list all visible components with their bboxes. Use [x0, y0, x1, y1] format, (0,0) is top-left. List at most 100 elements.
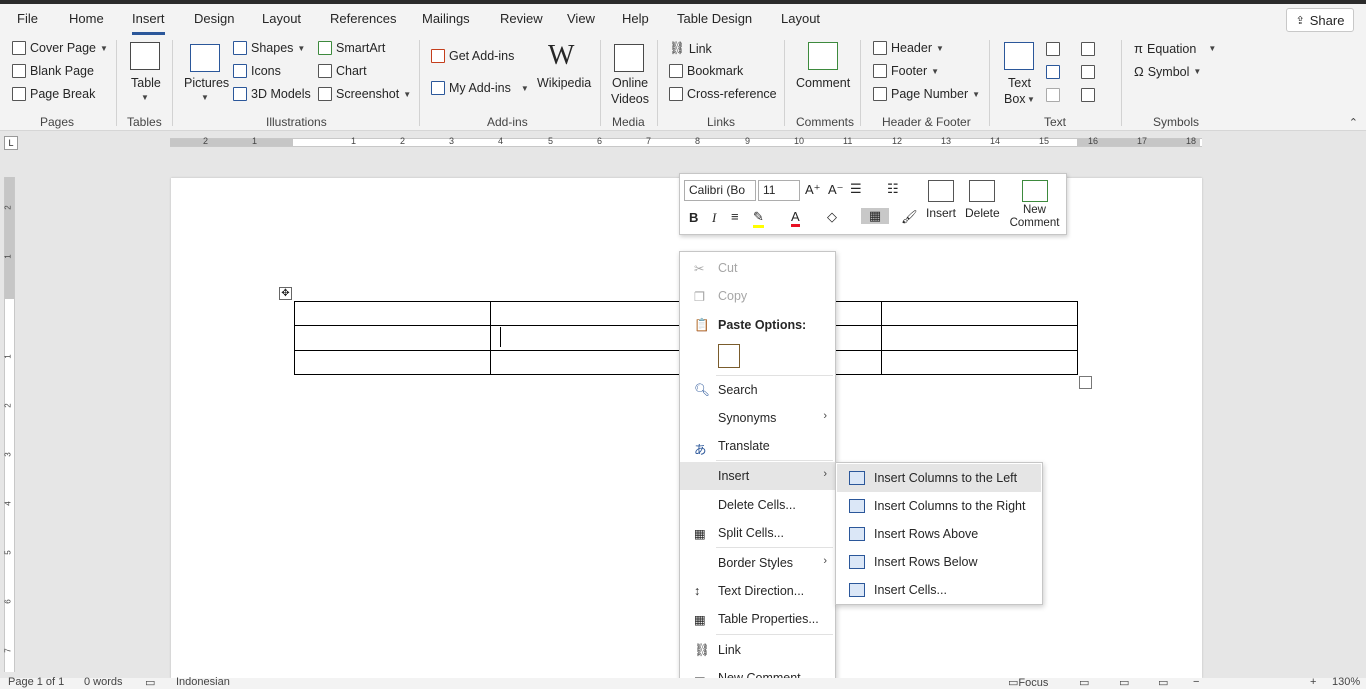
tab-table-design[interactable]: Table Design [677, 11, 752, 33]
get-addins-button[interactable]: Get Add-ins [431, 49, 514, 63]
equation-button[interactable]: π Equation ▼ [1134, 41, 1216, 56]
smartart-button[interactable]: SmartArt [318, 41, 385, 55]
page-number-button[interactable]: Page Number ▼ [873, 87, 980, 101]
comment-icon[interactable] [808, 42, 838, 70]
menu-item-split-cells[interactable]: ▦ Split Cells... [680, 519, 835, 547]
proofing-icon[interactable]: ▭ [145, 676, 155, 689]
date-time-icon[interactable] [1081, 65, 1095, 79]
submenu-item-insert-rows-below[interactable]: Insert Rows Below [837, 548, 1041, 576]
center-align-icon[interactable]: ≡ [731, 209, 739, 224]
quick-parts-icon[interactable] [1046, 42, 1060, 56]
menu-item-search[interactable]: 🔍︎ Search [680, 376, 835, 404]
menu-item-delete-cells[interactable]: Delete Cells... [680, 491, 835, 519]
online-videos-button-line2[interactable]: Videos [611, 92, 649, 106]
symbol-button[interactable]: Ω Symbol ▼ [1134, 64, 1201, 79]
text-box-button-line2[interactable]: Box [1004, 92, 1026, 106]
font-color-icon[interactable]: A [791, 209, 800, 227]
print-layout-icon[interactable]: ▭ [1119, 676, 1129, 689]
insert-table-button[interactable]: Insert [926, 178, 956, 220]
table-cell[interactable] [881, 325, 1078, 351]
menu-item-link[interactable]: ⛓ Link [680, 636, 835, 664]
read-mode-icon[interactable]: ▭ [1079, 676, 1089, 689]
tab-insert[interactable]: Insert [132, 11, 165, 35]
shrink-font-icon[interactable]: A⁻ [828, 182, 844, 198]
wikipedia-icon[interactable]: W [548, 40, 574, 72]
screenshot-button[interactable]: Screenshot ▼ [318, 87, 411, 101]
online-videos-icon[interactable] [614, 44, 644, 72]
tab-design[interactable]: Design [194, 11, 234, 33]
table-cell[interactable] [294, 300, 491, 327]
menu-item-text-direction[interactable]: ↕ Text Direction... [680, 577, 835, 605]
delete-table-button[interactable]: Delete [965, 178, 1000, 220]
table-button[interactable]: Table [131, 76, 161, 90]
menu-item-insert[interactable]: Insert › [680, 462, 835, 490]
tab-view[interactable]: View [567, 11, 595, 33]
numbering-icon[interactable]: ☷ [887, 181, 899, 197]
bold-icon[interactable]: B [689, 210, 698, 225]
my-addins-button[interactable]: My Add-ins ▼ [431, 81, 529, 95]
tab-selector-icon[interactable]: L [4, 136, 18, 150]
tab-table-layout[interactable]: Layout [781, 11, 820, 33]
collapse-ribbon-icon[interactable]: ⌃ [1349, 116, 1358, 129]
cross-reference-button[interactable]: Cross-reference [669, 87, 777, 101]
paste-keep-text-icon[interactable] [718, 344, 740, 368]
table-cell[interactable] [294, 325, 491, 351]
bookmark-button[interactable]: Bookmark [669, 64, 743, 78]
table-dropdown-icon[interactable]: ▼ [141, 93, 149, 102]
vertical-ruler[interactable]: 2 1 1 2 3 4 5 6 7 [4, 177, 15, 672]
wikipedia-button[interactable]: Wikipedia [537, 76, 591, 90]
web-layout-icon[interactable]: ▭ [1158, 676, 1168, 689]
pictures-dropdown-icon[interactable]: ▼ [201, 93, 209, 102]
submenu-item-insert-rows-above[interactable]: Insert Rows Above [837, 520, 1041, 548]
table-cell[interactable] [881, 300, 1078, 327]
header-button[interactable]: Header ▼ [873, 41, 944, 55]
submenu-item-insert-cells[interactable]: Insert Cells... [837, 576, 1041, 604]
online-videos-button[interactable]: Online [612, 76, 648, 90]
table-cell[interactable] [294, 349, 491, 376]
menu-item-table-properties[interactable]: ▦ Table Properties... [680, 605, 835, 633]
text-box-button[interactable]: Text [1008, 76, 1031, 90]
tab-review[interactable]: Review [500, 11, 543, 33]
link-button[interactable]: ⛓ Link [669, 41, 712, 56]
drop-cap-icon[interactable] [1046, 88, 1060, 102]
blank-page-button[interactable]: Blank Page [12, 64, 94, 78]
wordart-icon[interactable] [1046, 65, 1060, 79]
highlight-icon[interactable]: ✎ [753, 209, 764, 228]
table-cell[interactable] [489, 300, 687, 327]
tab-layout[interactable]: Layout [262, 11, 301, 33]
menu-item-border-styles[interactable]: Border Styles › [680, 549, 835, 577]
table-icon[interactable] [130, 42, 160, 70]
table-cell[interactable] [489, 325, 687, 351]
focus-mode-button[interactable]: ▭ Focus [1008, 676, 1048, 689]
share-button[interactable]: ⇪ Share [1286, 8, 1354, 32]
chart-button[interactable]: Chart [318, 64, 367, 78]
text-box-dropdown-icon[interactable]: ▼ [1027, 95, 1035, 104]
shapes-button[interactable]: Shapes ▼ [233, 41, 305, 55]
submenu-item-insert-columns-right[interactable]: Insert Columns to the Right [837, 492, 1041, 520]
table-resize-handle[interactable] [1079, 376, 1092, 389]
pictures-button[interactable]: Pictures [184, 76, 229, 90]
format-painter-icon[interactable]: 🖌 [901, 209, 918, 225]
tab-help[interactable]: Help [622, 11, 649, 33]
menu-item-synonyms[interactable]: Synonyms › [680, 404, 835, 432]
font-name-field[interactable]: Calibri (Bo [684, 180, 756, 201]
menu-item-copy[interactable]: ❐ Copy [680, 282, 835, 310]
new-comment-button[interactable]: New Comment [1007, 178, 1062, 230]
shading-icon[interactable]: ◇ [827, 209, 837, 225]
page-count[interactable]: Page 1 of 1 [8, 676, 64, 688]
table-cell[interactable] [489, 349, 687, 376]
zoom-level[interactable]: 130% [1332, 676, 1360, 688]
text-box-icon[interactable] [1004, 42, 1034, 70]
tab-references[interactable]: References [330, 11, 396, 33]
table-move-handle-icon[interactable]: ✥ [279, 287, 292, 300]
word-count[interactable]: 0 words [84, 676, 123, 688]
bullets-icon[interactable]: ☰ [850, 181, 862, 197]
zoom-out-icon[interactable]: − [1193, 676, 1199, 688]
horizontal-ruler[interactable]: 2 1 1 2 3 4 5 6 7 8 9 10 11 12 13 14 15 16 17 18 [170, 136, 1202, 147]
object-icon[interactable] [1081, 88, 1095, 102]
pictures-icon[interactable] [190, 44, 220, 72]
tab-mailings[interactable]: Mailings [422, 11, 470, 33]
table-cell[interactable] [881, 349, 1078, 376]
tab-home[interactable]: Home [69, 11, 104, 33]
language-indicator[interactable]: Indonesian [176, 676, 230, 688]
